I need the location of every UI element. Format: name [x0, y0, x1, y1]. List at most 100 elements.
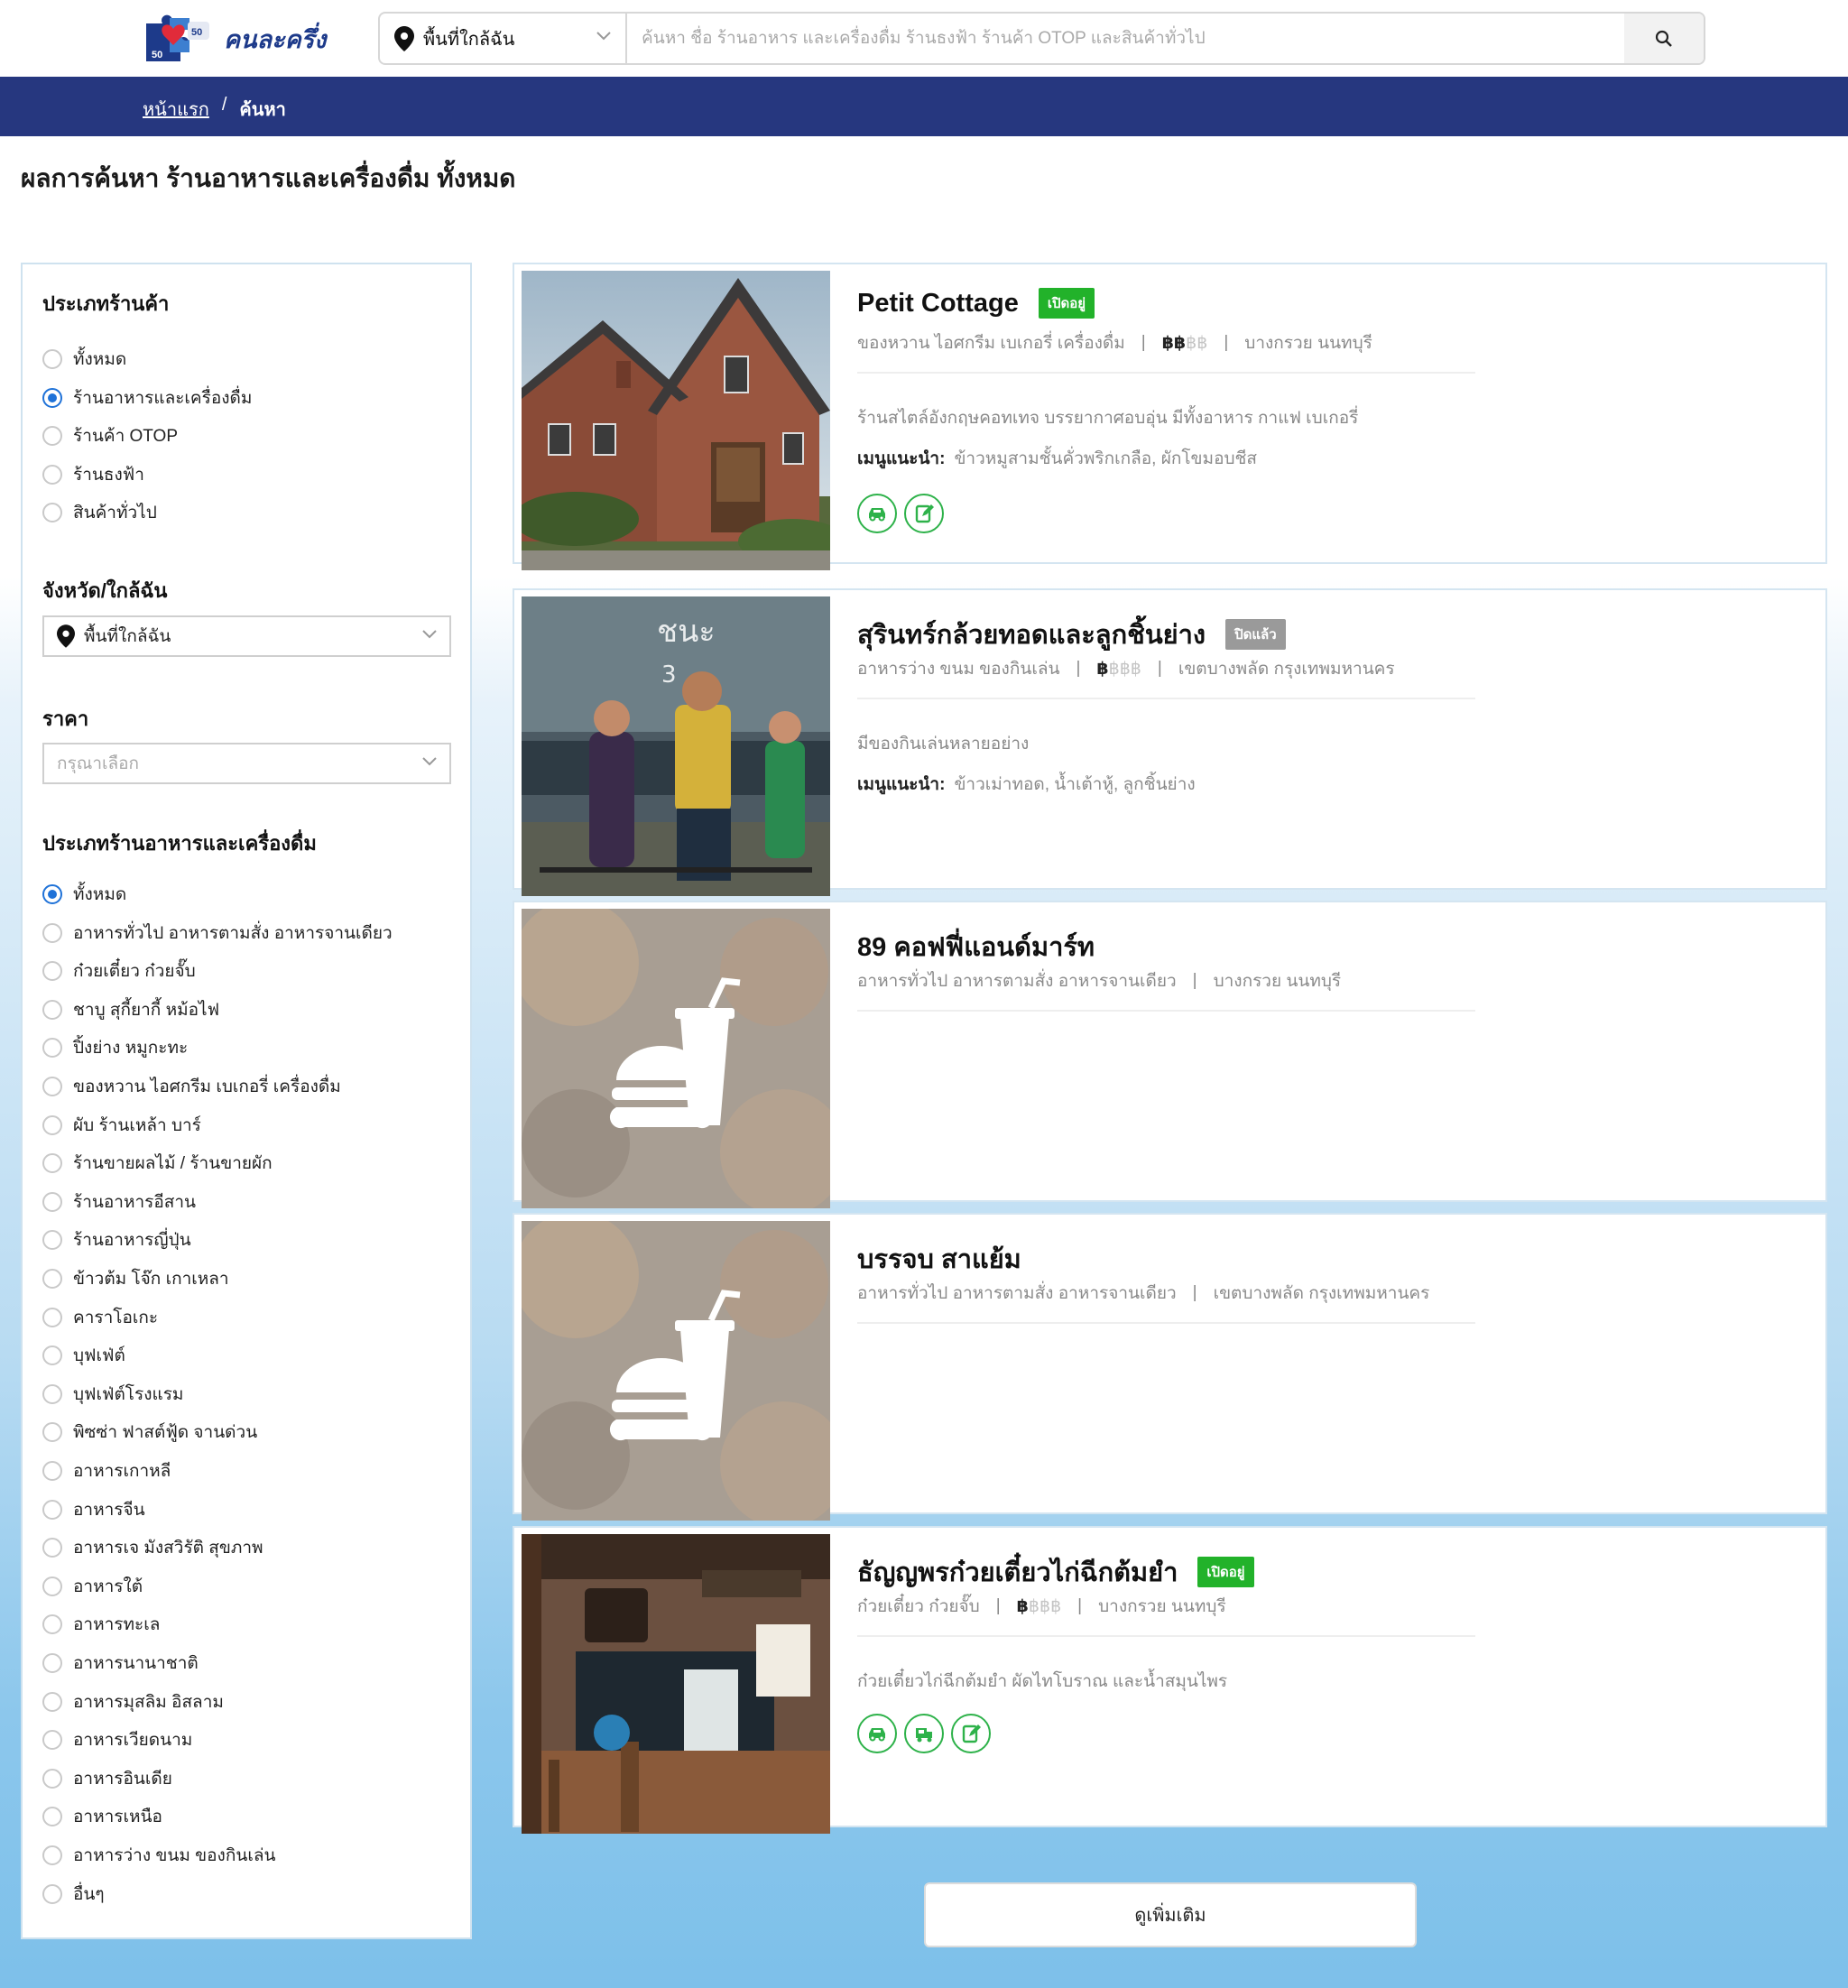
result-card[interactable]: บรรจบ สาแย้ม อาหารทั่วไป อาหารตามสั่ง อาห… [513, 1213, 1827, 1521]
province-select[interactable]: พื้นที่ใกล้ฉัน [42, 615, 451, 657]
food-type-option[interactable]: อาหารทั่วไป อาหารตามสั่ง อาหารจานเดียว [42, 920, 393, 947]
radio-button[interactable] [42, 1768, 62, 1789]
food-type-option[interactable]: ก๋วยเตี๋ยว ก๋วยจั๊บ [42, 957, 196, 985]
food-type-option[interactable]: อาหารเจ มังสวิรัติ สุขภาพ [42, 1534, 263, 1561]
food-type-option[interactable]: อาหารทะเล [42, 1611, 160, 1638]
shop-description: ก๋วยเตี๋ยวไก่ฉีกต้มยำ ผัดไทโบราณ และน้ำส… [857, 1672, 1228, 1691]
radio-button[interactable] [42, 503, 62, 522]
food-type-option[interactable]: อาหารว่าง ขนม ของกินเล่น [42, 1842, 275, 1869]
radio-button[interactable] [42, 1691, 62, 1712]
shop-name-text[interactable]: ธัญญพรก๋วยเตี๋ยวไก่ฉีกต้มยำ [857, 1551, 1178, 1593]
radio-button[interactable] [42, 961, 62, 982]
shop-photo[interactable] [522, 1534, 830, 1834]
shop-name[interactable]: Petit Cottage เปิดอยู่ [857, 288, 1095, 319]
food-type-option[interactable]: บุฟเฟ่ต์โรงแรม [42, 1381, 183, 1408]
food-type-option[interactable]: ของหวาน ไอศกรีม เบเกอรี่ เครื่องดื่ม [42, 1073, 341, 1100]
radio-button[interactable] [42, 349, 62, 369]
food-type-option[interactable]: ร้านขายผลไม้ / ร้านขายผัก [42, 1150, 273, 1177]
food-type-option[interactable]: ร้านอาหารญี่ปุ่น [42, 1226, 191, 1253]
food-type-option[interactable]: ข้าวต้ม โจ๊ก เกาเหลา [42, 1265, 229, 1292]
radio-button[interactable] [42, 1230, 62, 1251]
food-type-option[interactable]: อาหารใต้ [42, 1573, 143, 1600]
food-type-option[interactable]: อาหารอินเดีย [42, 1765, 172, 1792]
radio-button[interactable] [42, 1038, 62, 1059]
shop-type-option[interactable]: สินค้าทั่วไป [42, 499, 157, 526]
shop-name-text[interactable]: Petit Cottage [857, 289, 1019, 319]
shop-type-option[interactable]: ร้านอาหารและเครื่องดื่ม [42, 384, 252, 411]
shop-name[interactable]: ธัญญพรก๋วยเตี๋ยวไก่ฉีกต้มยำ เปิดอยู่ [857, 1551, 1254, 1593]
radio-button[interactable] [42, 999, 62, 1020]
food-type-option[interactable]: อาหารเหนือ [42, 1803, 162, 1830]
radio-button[interactable] [42, 426, 62, 446]
result-card[interactable]: Petit Cottage เปิดอยู่ ของหวาน ไอศกรีม เบเ… [513, 263, 1827, 570]
breadcrumb-home-link[interactable]: หน้าแรก [143, 95, 209, 124]
radio-button[interactable] [42, 1499, 62, 1520]
shop-photo[interactable] [522, 909, 830, 1208]
price-title: ราคา [42, 707, 89, 730]
radio-button[interactable] [42, 1461, 62, 1481]
radio-label: ผับ ร้านเหล้า บาร์ [73, 1115, 201, 1135]
radio-button[interactable] [42, 1114, 62, 1135]
radio-button[interactable] [42, 1576, 62, 1596]
shop-photo[interactable]: ชนะ 3 [522, 596, 830, 896]
food-type-option[interactable]: ร้านอาหารอีสาน [42, 1188, 196, 1216]
food-type-option[interactable]: ชาบู สุกี้ยากี้ หม้อไฟ [42, 996, 219, 1023]
shop-name-text[interactable]: 89 คอฟฟี่แอนด์มาร์ท [857, 926, 1095, 967]
food-type-option[interactable]: อาหารมุสลิม อิสลาม [42, 1688, 224, 1715]
radio-button[interactable] [42, 1538, 62, 1558]
food-type-option[interactable]: อาหารเวียดนาม [42, 1726, 192, 1753]
result-card[interactable]: 89 คอฟฟี่แอนด์มาร์ท อาหารทั่วไป อาหารตามส… [513, 901, 1827, 1208]
radio-button[interactable] [42, 1307, 62, 1327]
radio-button[interactable] [42, 1807, 62, 1827]
radio-button[interactable] [42, 1269, 62, 1289]
shop-type-option[interactable]: ร้านค้า OTOP [42, 422, 178, 449]
radio-button[interactable] [42, 1845, 62, 1865]
result-card[interactable]: ชนะ 3 สุรินทร์กล้วยทอดและลูกชิ้นย่าง ปิดแ… [513, 588, 1827, 896]
radio-button[interactable] [42, 1345, 62, 1366]
food-type-option[interactable]: อาหารจีน [42, 1496, 145, 1523]
result-card[interactable]: ธัญญพรก๋วยเตี๋ยวไก่ฉีกต้มยำ เปิดอยู่ก๋วยเ… [513, 1526, 1827, 1834]
radio-button[interactable] [42, 884, 62, 904]
food-type-option[interactable]: ทั้งหมด [42, 881, 126, 908]
radio-button[interactable] [42, 1883, 62, 1904]
radio-button[interactable] [42, 1383, 62, 1404]
search-button[interactable] [1624, 14, 1704, 63]
area-select[interactable]: พื้นที่ใกล้ฉัน [380, 14, 627, 63]
shop-photo[interactable] [522, 1221, 830, 1521]
radio-label: ชาบู สุกี้ยากี้ หม้อไฟ [73, 1000, 220, 1020]
breadcrumb-separator: / [221, 95, 227, 115]
see-more-button[interactable]: ดูเพิ่มเติม [924, 1882, 1417, 1947]
shop-category: อาหารว่าง ขนม ของกินเล่น [857, 660, 1060, 679]
shop-description: มีของกินเล่นหลายอย่าง [857, 735, 1030, 754]
radio-button[interactable] [42, 1153, 62, 1174]
shop-name[interactable]: สุรินทร์กล้วยทอดและลูกชิ้นย่าง ปิดแล้ว [857, 614, 1286, 655]
food-type-option[interactable]: อาหารนานาชาติ [42, 1650, 199, 1677]
radio-button[interactable] [42, 1422, 62, 1443]
food-type-option[interactable]: ผับ ร้านเหล้า บาร์ [42, 1112, 201, 1139]
shop-type-option[interactable]: ทั้งหมด [42, 346, 126, 373]
shop-name[interactable]: บรรจบ สาแย้ม [857, 1238, 1021, 1280]
radio-button[interactable] [42, 464, 62, 485]
food-type-title: ประเภทร้านอาหารและเครื่องดื่ม [42, 832, 317, 855]
radio-button[interactable] [42, 1730, 62, 1751]
search-input[interactable] [627, 14, 1624, 63]
shop-name-text[interactable]: สุรินทร์กล้วยทอดและลูกชิ้นย่าง [857, 614, 1206, 655]
radio-button[interactable] [42, 1191, 62, 1212]
radio-button[interactable] [42, 387, 62, 408]
food-type-option[interactable]: อาหารเกาหลี [42, 1457, 171, 1484]
food-type-option[interactable]: พิซซ่า ฟาสต์ฟู้ด จานด่วน [42, 1419, 257, 1446]
radio-button[interactable] [42, 1614, 62, 1635]
shop-photo[interactable] [522, 271, 830, 570]
food-type-option[interactable]: บุฟเฟ่ต์ [42, 1342, 125, 1369]
radio-button[interactable] [42, 1653, 62, 1673]
price-select[interactable]: กรุณาเลือก [42, 743, 451, 784]
shop-name[interactable]: 89 คอฟฟี่แอนด์มาร์ท [857, 926, 1095, 967]
radio-button[interactable] [42, 1077, 62, 1096]
shop-type-option[interactable]: ร้านธงฟ้า [42, 461, 144, 488]
food-type-option[interactable]: อื่นๆ [42, 1881, 105, 1908]
shop-name-text[interactable]: บรรจบ สาแย้ม [857, 1238, 1021, 1280]
logo[interactable]: 50 50 คนละครึ่ง [143, 11, 341, 67]
food-type-option[interactable]: ปิ้งย่าง หมูกะทะ [42, 1034, 188, 1061]
radio-button[interactable] [42, 922, 62, 943]
food-type-option[interactable]: คาราโอเกะ [42, 1304, 158, 1331]
